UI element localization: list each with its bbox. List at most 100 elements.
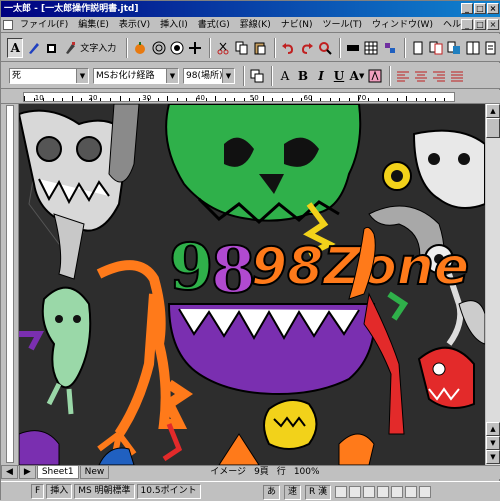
scroll-thumb[interactable] bbox=[486, 118, 500, 138]
brush-icon[interactable] bbox=[62, 38, 78, 58]
crosshair-icon[interactable] bbox=[187, 38, 203, 58]
ime-palette-icon[interactable] bbox=[391, 486, 404, 498]
align-right-icon[interactable] bbox=[431, 67, 447, 85]
style-select[interactable]: 死 ▼ bbox=[9, 67, 89, 84]
tab-new[interactable]: New bbox=[79, 466, 110, 479]
ruler-tick bbox=[110, 98, 111, 101]
align-left-icon[interactable] bbox=[395, 67, 411, 85]
underline-button[interactable]: U bbox=[331, 67, 347, 85]
chevron-down-icon[interactable]: ▼ bbox=[222, 68, 234, 83]
close-button[interactable]: × bbox=[487, 3, 499, 14]
ruler-tick bbox=[129, 98, 131, 101]
text-mode-icon[interactable]: A bbox=[7, 37, 24, 58]
chevron-down-icon[interactable]: ▼ bbox=[76, 68, 88, 83]
fill-icon[interactable] bbox=[44, 38, 60, 58]
page-view-icon[interactable] bbox=[446, 38, 462, 58]
doc-restore-button[interactable]: □ bbox=[474, 19, 486, 30]
toolbar-separator bbox=[338, 37, 341, 58]
sort-icon[interactable] bbox=[381, 38, 397, 58]
tab-sheet1[interactable]: Sheet1 bbox=[36, 466, 79, 479]
ruler-scale[interactable]: 10 20 30 40 50 60 70 bbox=[23, 92, 455, 102]
menu-format[interactable]: 書式(G) bbox=[193, 17, 235, 33]
justify-icon[interactable] bbox=[449, 67, 465, 85]
vertical-ruler[interactable] bbox=[6, 105, 14, 463]
character-style-icon[interactable] bbox=[249, 67, 265, 85]
page-split-icon[interactable] bbox=[465, 38, 481, 58]
menu-edit[interactable]: 編集(E) bbox=[73, 17, 114, 33]
menu-tools[interactable]: ツール(T) bbox=[318, 17, 368, 33]
scroll-up-button[interactable]: ▲ bbox=[486, 104, 500, 118]
document-image: 9 8 98Zone bbox=[19, 104, 485, 465]
menu-rules[interactable]: 罫線(K) bbox=[235, 17, 276, 33]
menu-insert[interactable]: 挿入(I) bbox=[155, 17, 193, 33]
table-icon[interactable] bbox=[363, 38, 379, 58]
radio-icon[interactable] bbox=[169, 38, 185, 58]
text-glyph-button[interactable]: A bbox=[277, 67, 293, 85]
image-view-toggle[interactable]: イメージ bbox=[210, 466, 246, 479]
insert-mode-indicator[interactable]: 挿入 bbox=[46, 484, 73, 499]
ime-speed[interactable]: 速 bbox=[284, 484, 302, 500]
yellow-creature bbox=[263, 399, 318, 450]
toolbar-separator bbox=[389, 65, 391, 86]
menu-view[interactable]: 表示(V) bbox=[114, 17, 155, 33]
font-select[interactable]: MSお化け経路 ▼ bbox=[93, 67, 179, 84]
style-value: 死 bbox=[12, 70, 22, 81]
frame-icon[interactable] bbox=[345, 38, 361, 58]
horizontal-ruler[interactable]: 10 20 30 40 50 60 70 bbox=[1, 90, 500, 104]
italic-button[interactable]: I bbox=[313, 67, 329, 85]
page-copy-icon[interactable] bbox=[428, 38, 444, 58]
scroll-down-button[interactable]: ▼ bbox=[486, 450, 500, 464]
ime-menu-icon[interactable] bbox=[419, 486, 432, 498]
menu-navi[interactable]: ナビ(N) bbox=[276, 17, 318, 33]
highlight-icon[interactable] bbox=[367, 67, 383, 85]
page-icon[interactable] bbox=[410, 38, 426, 58]
align-center-icon[interactable] bbox=[413, 67, 429, 85]
ime-help-icon[interactable] bbox=[377, 486, 390, 498]
vertical-scrollbar[interactable]: ▲ ▲ ▼ ▼ bbox=[486, 104, 500, 465]
pumpkin-icon[interactable] bbox=[132, 38, 148, 58]
next-page-button[interactable]: ▼ bbox=[486, 436, 500, 450]
skull-eye-left bbox=[36, 136, 62, 162]
zoom-page-icon[interactable] bbox=[483, 38, 499, 58]
paste-icon[interactable] bbox=[252, 38, 268, 58]
ime-toolbar: あ 速 R 漢 bbox=[263, 484, 432, 500]
ime-settings-icon[interactable] bbox=[363, 486, 376, 498]
document-canvas[interactable]: 9 8 98Zone bbox=[19, 104, 485, 465]
prev-page-button[interactable]: ▲ bbox=[486, 422, 500, 436]
copy-icon[interactable] bbox=[234, 38, 250, 58]
menu-window[interactable]: ウィンドウ(W) bbox=[367, 17, 438, 33]
menu-file[interactable]: ファイル(F) bbox=[15, 17, 73, 33]
ime-pad-icon[interactable] bbox=[405, 486, 418, 498]
redo-icon[interactable] bbox=[298, 38, 314, 58]
doc-minimize-button[interactable]: _ bbox=[461, 19, 473, 30]
doc-close-button[interactable]: × bbox=[487, 19, 499, 30]
document-icon[interactable] bbox=[3, 19, 13, 30]
size-select[interactable]: 98(場所) ▼ bbox=[183, 67, 235, 84]
ime-hiragana[interactable]: あ bbox=[263, 484, 281, 500]
title-bar[interactable]: 一太郎 - [一太郎操作説明書.jtd] _ □ × bbox=[1, 1, 500, 17]
ruler-tick bbox=[396, 98, 398, 101]
ime-kanji[interactable]: R 漢 bbox=[305, 484, 332, 500]
circle-target-icon[interactable] bbox=[151, 38, 167, 58]
undo-icon[interactable] bbox=[280, 38, 296, 58]
mode-indicator: F bbox=[31, 484, 45, 499]
chevron-down-icon[interactable]: ▼ bbox=[166, 68, 178, 83]
font-color-button[interactable]: A ▼ bbox=[349, 67, 365, 85]
bold-button[interactable]: B bbox=[295, 67, 311, 85]
ime-tool-icon[interactable] bbox=[349, 486, 362, 498]
line-indicator: 行 bbox=[276, 467, 286, 477]
ruler-tick bbox=[272, 98, 274, 101]
minimize-button[interactable]: _ bbox=[461, 3, 473, 14]
text-input-label[interactable]: 文字入力 bbox=[80, 41, 116, 54]
zoom-level[interactable]: 100% bbox=[294, 466, 320, 479]
scroll-right-button[interactable]: ▶ bbox=[18, 466, 36, 479]
toolbar-separator bbox=[271, 65, 273, 86]
menu-bar: ファイル(F) 編集(E) 表示(V) 挿入(I) 書式(G) 罫線(K) ナビ… bbox=[1, 17, 500, 33]
maximize-button[interactable]: □ bbox=[474, 3, 486, 14]
search-icon[interactable] bbox=[317, 38, 333, 58]
ime-dictionary-icon[interactable] bbox=[335, 486, 348, 498]
ruler-tick bbox=[62, 98, 64, 101]
scissors-icon[interactable] bbox=[215, 38, 231, 58]
scroll-left-button[interactable]: ◀ bbox=[1, 466, 18, 479]
pen-icon[interactable] bbox=[25, 38, 41, 58]
